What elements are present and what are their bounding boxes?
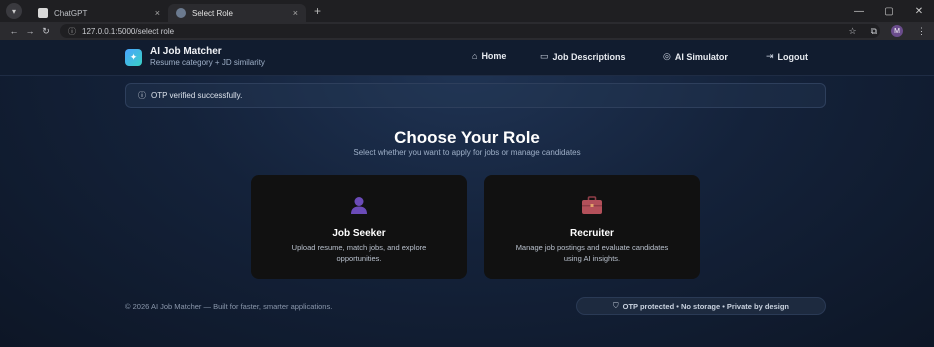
profile-avatar[interactable]: M xyxy=(891,25,903,37)
brand-title: AI Job Matcher xyxy=(150,46,222,57)
maximize-button[interactable]: ▢ xyxy=(874,6,904,17)
window-controls: — ▢ ✕ xyxy=(844,0,934,22)
brand-subtitle: Resume category + JD similarity xyxy=(150,58,265,67)
recruiter-description: Manage job postings and evaluate candida… xyxy=(515,243,669,263)
nav-home-link[interactable]: ⌂ Home xyxy=(472,51,506,61)
url-text: 127.0.0.1:5000/select role xyxy=(82,26,175,36)
job-seeker-description: Upload resume, match jobs, and explore o… xyxy=(291,243,427,263)
home-icon: ⌂ xyxy=(472,51,478,61)
nav-home-label: Home xyxy=(481,51,507,61)
back-arrow-icon[interactable]: ← xyxy=(6,26,22,36)
address-bar-row: ← → ↻ ⓘ 127.0.0.1:5000/select role ☆ ⧉ M… xyxy=(0,22,934,40)
tab-search-icon[interactable]: ▾ xyxy=(6,3,22,19)
app-page: ✦ AI Job Matcher Resume category + JD si… xyxy=(0,40,934,347)
forward-arrow-icon[interactable]: → xyxy=(22,26,38,36)
toolbar-right: ☆ ⧉ M ⋮ xyxy=(848,22,926,40)
chatgpt-favicon-icon xyxy=(38,8,48,18)
top-navbar: ✦ AI Job Matcher Resume category + JD si… xyxy=(0,40,934,76)
browser-tab-strip: ▾ ChatGPT × Select Role × + — ▢ ✕ xyxy=(0,0,934,22)
footer-copyright: © 2026 AI Job Matcher — Built for faster… xyxy=(125,302,333,311)
person-icon xyxy=(348,194,370,216)
nav-ai-simulator-link[interactable]: ◎ AI Simulator xyxy=(663,51,728,62)
tab-select-role[interactable]: Select Role × xyxy=(168,4,306,22)
extensions-icon[interactable]: ⧉ xyxy=(871,26,877,37)
new-tab-button[interactable]: + xyxy=(314,4,321,18)
otp-success-alert: ⓘ OTP verified successfully. xyxy=(125,83,826,108)
page-title: Choose Your Role xyxy=(394,128,540,147)
page-subtitle: Select whether you want to apply for job… xyxy=(353,148,581,157)
nav-logout-link[interactable]: ⇥ Logout xyxy=(766,51,808,62)
url-field[interactable]: ⓘ 127.0.0.1:5000/select role xyxy=(60,24,880,38)
site-info-icon[interactable]: ⓘ xyxy=(68,26,76,37)
nav-logout-label: Logout xyxy=(777,51,809,62)
info-icon: ⓘ xyxy=(138,91,146,100)
close-window-button[interactable]: ✕ xyxy=(904,6,934,17)
app-logo-icon: ✦ xyxy=(125,48,142,66)
browser-menu-icon[interactable]: ⋮ xyxy=(917,26,926,37)
nav-job-descriptions-link[interactable]: ▭ Job Descriptions xyxy=(540,51,626,62)
tab-chatgpt[interactable]: ChatGPT × xyxy=(30,4,168,22)
nav-ai-simulator-label: AI Simulator xyxy=(674,51,728,62)
globe-favicon-icon xyxy=(176,8,186,18)
privacy-badge-text: OTP protected • No storage • Private by … xyxy=(622,301,790,311)
reload-icon[interactable]: ↻ xyxy=(38,26,54,37)
briefcase-icon xyxy=(581,194,603,216)
recruiter-card[interactable]: Recruiter Manage job postings and evalua… xyxy=(484,175,700,279)
job-seeker-title: Job Seeker xyxy=(332,228,386,239)
shield-icon: ⛉ xyxy=(612,301,619,310)
tab-close-icon[interactable]: × xyxy=(155,8,160,18)
alert-text: OTP verified successfully. xyxy=(151,91,243,100)
job-seeker-card[interactable]: Job Seeker Upload resume, match jobs, an… xyxy=(251,175,467,279)
bookmark-star-icon[interactable]: ☆ xyxy=(848,26,856,37)
tab-label: ChatGPT xyxy=(54,8,88,18)
logout-icon: ⇥ xyxy=(766,51,774,61)
nav-job-descriptions-label: Job Descriptions xyxy=(552,51,626,62)
tab-label: Select Role xyxy=(192,8,233,18)
recruiter-title: Recruiter xyxy=(570,228,614,239)
tab-close-icon[interactable]: × xyxy=(293,8,298,18)
privacy-badge: ⛉ OTP protected • No storage • Private b… xyxy=(576,297,826,315)
minimize-button[interactable]: — xyxy=(844,6,874,17)
document-icon: ▭ xyxy=(540,51,549,61)
brand[interactable]: ✦ AI Job Matcher Resume category + JD si… xyxy=(125,46,265,68)
target-icon: ◎ xyxy=(663,51,671,61)
